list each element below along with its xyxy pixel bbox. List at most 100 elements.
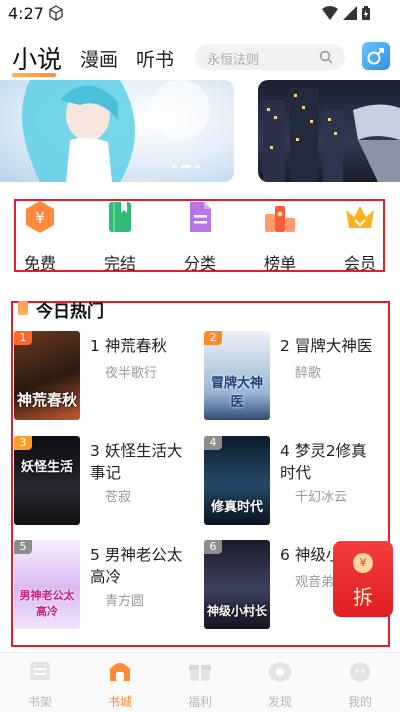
search-icon[interactable] — [319, 50, 333, 64]
nav-label: 发现 — [267, 695, 292, 709]
bookstore-icon — [110, 663, 130, 681]
nav-bookshelf[interactable]: 书架 — [10, 659, 70, 710]
banner-city-night[interactable] — [258, 80, 400, 182]
nav-label: 福利 — [187, 695, 212, 709]
book-author: 苍寂 — [105, 490, 132, 505]
book-title: 1 神荒春秋 — [90, 335, 188, 357]
nav-label: 书城 — [107, 695, 132, 709]
cover-title: 妖怪生活 — [20, 460, 73, 475]
book-rank: 3 — [90, 442, 100, 460]
cover-title: 冒牌大神医 — [210, 376, 263, 410]
cover-title: 神级小村长 — [206, 604, 267, 618]
nav-label: 我的 — [347, 695, 372, 709]
book-author: 青方圆 — [105, 594, 145, 609]
book-cover: 3 妖怪生活 — [14, 436, 80, 525]
red-envelope-label: 拆 — [353, 585, 373, 609]
category-free[interactable]: ¥ 免费 — [10, 200, 70, 274]
book-name: 冒牌大神医 — [294, 337, 373, 355]
pagination-dot-active — [181, 165, 191, 168]
search-bar[interactable]: 永恒法则 — [195, 44, 345, 70]
banner-illustration-2 — [263, 88, 400, 182]
cover-title: 修真时代 — [210, 500, 263, 515]
book-name: 梦灵2修真时代 — [280, 442, 367, 482]
nav-label: 书架 — [27, 695, 52, 709]
rank-badge: 2 — [204, 331, 222, 345]
category-label: 榜单 — [263, 254, 296, 273]
nav-discover[interactable]: 发现 — [250, 659, 310, 710]
rank-badge: 1 — [14, 331, 32, 345]
pagination-dot — [172, 165, 177, 168]
book-rank: 5 — [90, 546, 100, 564]
book-title: 5 男神老公太高冷 — [90, 544, 188, 588]
nav-welfare[interactable]: 福利 — [170, 659, 230, 710]
tab-novel[interactable]: 小说 — [12, 40, 62, 76]
bottom-nav: 书架 书城 福利 发现 我的 — [0, 652, 400, 712]
male-icon — [367, 48, 384, 65]
category-label: 会员 — [343, 254, 376, 273]
book-author: 观音弟 — [295, 575, 335, 590]
signal-icon — [343, 6, 357, 20]
category-label: 分类 — [183, 254, 216, 273]
status-time: 4:27 — [8, 4, 44, 23]
rank-badge: 3 — [14, 436, 32, 450]
status-icons — [322, 6, 370, 20]
book-author: 醉歌 — [295, 366, 322, 381]
tab-audiobook[interactable]: 听书 — [136, 45, 174, 72]
book-title: 3 妖怪生活大事记 — [90, 440, 188, 484]
wifi-icon — [322, 6, 338, 20]
book-cover: 5 男神老公太高冷 — [14, 540, 80, 629]
tab-comic[interactable]: 漫画 — [80, 45, 118, 72]
coin-icon: ¥ — [353, 553, 373, 573]
book-cover: 2 冒牌大神医 — [204, 331, 270, 420]
book-name: 男神老公太高冷 — [90, 546, 183, 586]
banner-pagination — [172, 165, 200, 168]
ranking-icon — [265, 206, 295, 232]
book-author: 千幻冰云 — [295, 490, 348, 505]
document-icon — [190, 202, 211, 232]
book-cover: 6 神级小村长 — [204, 540, 270, 629]
bookshelf-icon — [30, 662, 50, 680]
book-name: 妖怪生活大事记 — [90, 442, 183, 482]
book-rank: 6 — [280, 546, 290, 564]
search-placeholder: 永恒法则 — [207, 53, 260, 68]
book-item[interactable]: 1 神荒春秋 1 神荒春秋 夜半歌行 — [14, 331, 190, 425]
cube-icon — [49, 5, 63, 21]
section-marker — [18, 301, 28, 315]
category-vip[interactable]: 会员 — [330, 200, 390, 274]
profile-icon — [350, 662, 370, 682]
category-label: 免费 — [23, 254, 56, 273]
category-completed[interactable]: 完结 — [90, 200, 150, 274]
rank-badge: 5 — [14, 540, 32, 554]
book-name: 神级小 — [294, 546, 336, 564]
book-title: 4 梦灵2修真时代 — [280, 440, 378, 484]
book-item[interactable]: 5 男神老公太高冷 5 男神老公太高冷 青方圆 — [14, 540, 190, 634]
book-icon — [109, 202, 131, 232]
cover-title: 神荒春秋 — [16, 391, 77, 409]
book-author: 夜半歌行 — [105, 366, 158, 381]
book-item[interactable]: 3 妖怪生活 3 妖怪生活大事记 苍寂 — [14, 436, 190, 530]
book-rank: 4 — [280, 442, 290, 460]
nav-mine[interactable]: 我的 — [330, 659, 390, 710]
book-cover: 4 修真时代 — [204, 436, 270, 525]
category-label: 完结 — [103, 254, 136, 273]
discover-icon — [269, 662, 291, 682]
gender-switch-button[interactable] — [362, 42, 390, 70]
rank-badge: 6 — [204, 540, 222, 554]
svg-text:¥: ¥ — [35, 209, 45, 227]
coin-icon: ¥ — [26, 201, 54, 233]
book-item[interactable]: 2 冒牌大神医 2 冒牌大神医 醉歌 — [204, 331, 380, 425]
book-rank: 1 — [90, 337, 100, 355]
nav-bookstore[interactable]: 书城 — [90, 659, 150, 710]
red-envelope-button[interactable]: ¥ 拆 — [333, 541, 393, 617]
book-rank: 2 — [280, 337, 290, 355]
book-item[interactable]: 4 修真时代 4 梦灵2修真时代 千幻冰云 — [204, 436, 380, 530]
book-cover: 1 神荒春秋 — [14, 331, 80, 420]
book-title: 6 神级小 — [280, 544, 336, 566]
cover-title: 男神老公太高冷 — [19, 589, 75, 618]
rank-badge: 4 — [204, 436, 222, 450]
category-ranking[interactable]: 榜单 — [250, 200, 310, 274]
battery-icon — [362, 6, 370, 20]
crown-icon — [346, 206, 374, 228]
category-classify[interactable]: 分类 — [170, 200, 230, 274]
book-name: 神荒春秋 — [104, 337, 167, 355]
